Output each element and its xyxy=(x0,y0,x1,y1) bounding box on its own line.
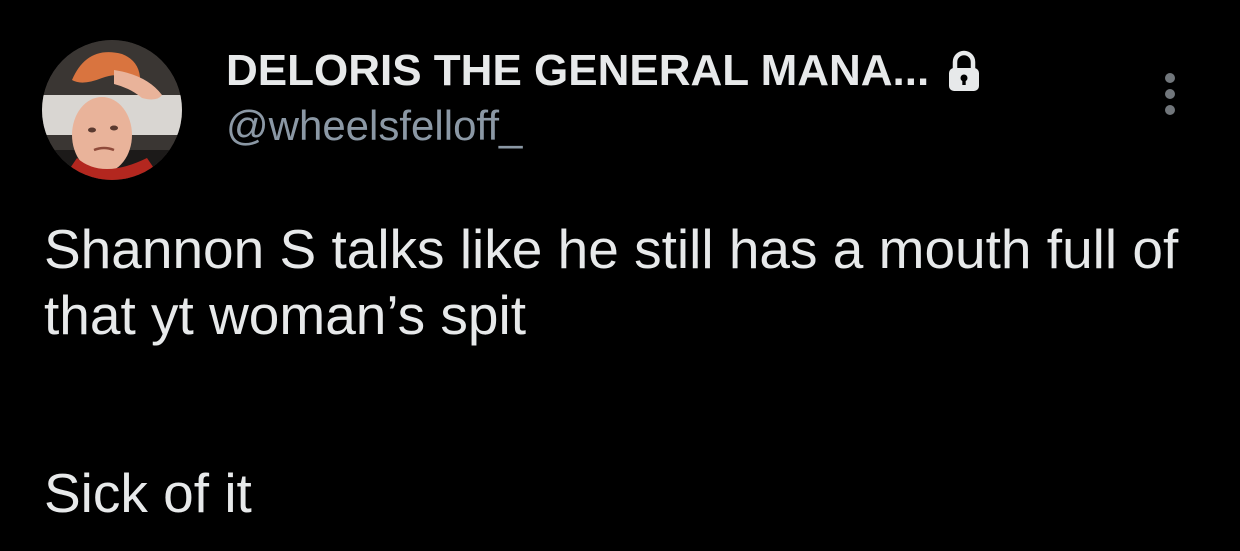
more-vertical-icon[interactable] xyxy=(1152,70,1188,118)
name-row: DELORIS THE GENERAL MANA... xyxy=(226,42,983,100)
user-handle[interactable]: @wheelsfelloff_ xyxy=(226,102,983,150)
tweet-header: DELORIS THE GENERAL MANA... @wheelsfello… xyxy=(226,42,983,150)
tweet-text-second-paragraph: Sick of it xyxy=(44,462,252,524)
avatar-photo-icon xyxy=(42,40,182,180)
display-name[interactable]: DELORIS THE GENERAL MANA... xyxy=(226,46,929,96)
avatar[interactable] xyxy=(42,40,182,180)
tweet-card: DELORIS THE GENERAL MANA... @wheelsfello… xyxy=(0,0,1240,551)
lock-icon xyxy=(945,49,983,93)
tweet-text: Shannon S talks like he still has a mout… xyxy=(44,218,1179,346)
